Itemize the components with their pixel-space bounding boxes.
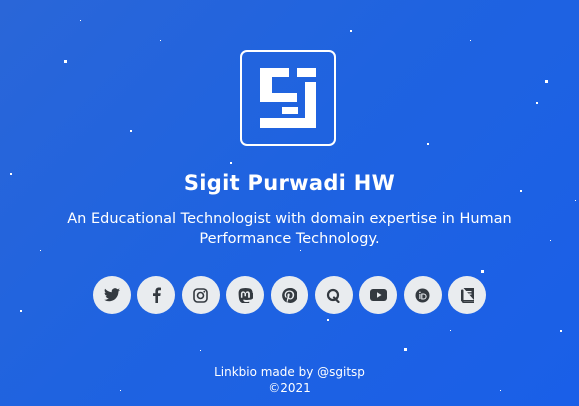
instagram-link[interactable] (181, 276, 220, 314)
page-footer: Linkbio made by @sgitsp ©2021 (0, 364, 579, 396)
mastodon-link[interactable] (226, 276, 265, 314)
facebook-link[interactable] (137, 276, 176, 314)
logo-mark-icon (260, 68, 316, 128)
instagram-icon (193, 287, 209, 303)
quora-link[interactable] (314, 276, 353, 314)
profile-bio: An Educational Technologist with domain … (67, 211, 512, 247)
pinterest-icon (282, 287, 297, 303)
youtube-icon (369, 289, 387, 301)
social-links (93, 276, 487, 314)
twitter-link[interactable] (93, 276, 131, 314)
mastodon-icon (238, 287, 253, 303)
facebook-icon (152, 287, 161, 303)
footer-credit: Linkbio made by @sgitsp (214, 365, 365, 379)
orcid-link[interactable] (403, 276, 442, 314)
orcid-icon (415, 288, 430, 302)
footer-copyright: ©2021 (268, 381, 311, 395)
book-link[interactable] (448, 276, 487, 314)
youtube-link[interactable] (359, 276, 398, 314)
book-icon (460, 287, 474, 303)
profile-name: Sigit Purwadi HW (183, 171, 396, 195)
twitter-icon (103, 288, 120, 302)
pinterest-link[interactable] (270, 276, 309, 314)
site-logo (240, 50, 336, 146)
quora-icon (327, 288, 340, 303)
